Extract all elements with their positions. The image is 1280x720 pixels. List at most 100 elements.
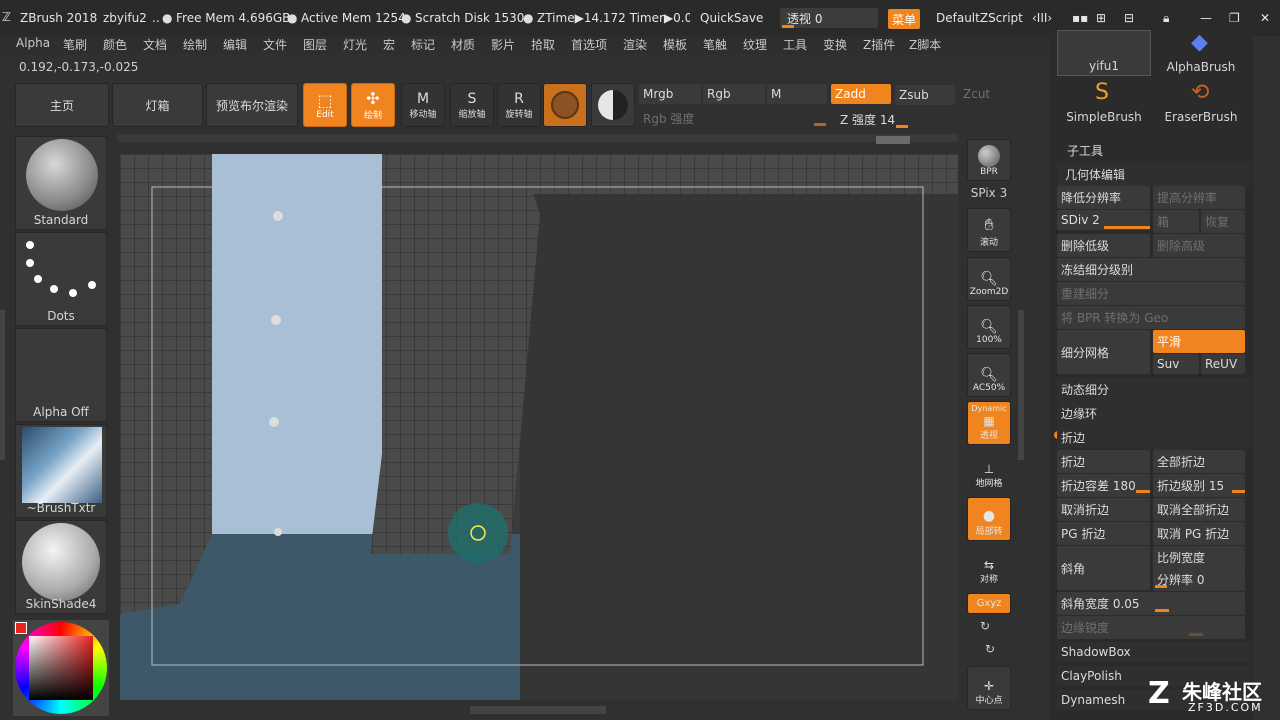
zbrush-logo-icon[interactable]: ℤ (2, 10, 11, 24)
restore-button[interactable]: 恢复 (1201, 210, 1245, 233)
del-lower-button[interactable]: 删除低级 (1057, 234, 1150, 257)
uncrease-button[interactable]: 取消折边 (1057, 498, 1150, 521)
pg-crease-button[interactable]: PG 折边 (1057, 522, 1150, 545)
ac50-button[interactable]: 🔍︎ AC50% (967, 353, 1011, 397)
bevel-button[interactable]: 斜角 (1057, 546, 1150, 590)
menu-7[interactable]: 图层 (303, 36, 327, 53)
sv-square[interactable] (29, 636, 93, 700)
subtool-header[interactable]: 子工具 (1057, 139, 1249, 162)
cage-button[interactable]: 箱 (1153, 210, 1199, 233)
bpr-button[interactable]: BPR (967, 139, 1011, 181)
close-icon[interactable]: ✕ (1260, 11, 1270, 25)
dynamic-subdiv-header[interactable]: 动态细分 (1057, 378, 1249, 401)
home-button[interactable]: 主页 (15, 83, 109, 127)
higher-res-button[interactable]: 提高分辨率 (1153, 186, 1245, 209)
perspective-button[interactable]: Dynamic ▦ 透视 (967, 401, 1011, 445)
scale-button[interactable]: S 缩放轴 (450, 83, 494, 127)
symmetry-button[interactable]: ⇆ 对称 (967, 550, 1011, 588)
menu-8[interactable]: 灯光 (343, 36, 367, 53)
zoom100-button[interactable]: 🔍︎ 100% (967, 305, 1011, 349)
menu-17[interactable]: 笔触 (703, 36, 727, 53)
z-intensity-slider[interactable]: Z 强度 14 (836, 108, 1006, 131)
uncrease-all-button[interactable]: 取消全部折边 (1153, 498, 1245, 521)
menu-22[interactable]: Z脚本 (909, 36, 941, 53)
tool-simplebrush[interactable]: S SimpleBrush (1057, 80, 1151, 126)
crease-level-slider[interactable]: 折边级别 15 (1153, 474, 1245, 497)
menu-0[interactable]: Alpha (16, 36, 50, 50)
menu-16[interactable]: 模板 (663, 36, 687, 53)
smooth-button[interactable]: 平滑 (1153, 330, 1245, 353)
del-higher-button[interactable]: 删除高级 (1153, 234, 1245, 257)
zadd-button[interactable]: Zadd (831, 84, 891, 104)
bevel-width-slider[interactable]: 斜角宽度 0.05 (1057, 592, 1245, 615)
edge-sharpness-slider[interactable]: 边缘锐度 (1057, 616, 1245, 639)
zcut-button[interactable]: Zcut (959, 84, 1009, 104)
brush-thumbnail[interactable]: Standard (15, 136, 107, 230)
menu-4[interactable]: 绘制 (183, 36, 207, 53)
menu-6[interactable]: 文件 (263, 36, 287, 53)
menu-12[interactable]: 影片 (491, 36, 515, 53)
ui-swap-icon[interactable]: ⊟ (1124, 11, 1134, 25)
rgb-button[interactable]: Rgb (703, 84, 765, 104)
menu-19[interactable]: 工具 (783, 36, 807, 53)
viewport-canvas[interactable] (120, 154, 958, 700)
menu-10[interactable]: 标记 (411, 36, 435, 53)
pg-uncrease-button[interactable]: 取消 PG 折边 (1153, 522, 1245, 545)
m-button[interactable]: M (767, 84, 827, 104)
suv-button[interactable]: Suv (1153, 354, 1199, 374)
crease-all-button[interactable]: 全部折边 (1153, 450, 1245, 473)
geometry-header[interactable]: 几何体编辑 (1057, 163, 1249, 186)
bottom-tray-handle[interactable] (470, 706, 606, 714)
alpha-thumbnail[interactable]: Alpha Off (15, 328, 107, 422)
menu-9[interactable]: 宏 (383, 36, 395, 53)
crease-header[interactable]: 折边 (1057, 426, 1249, 449)
layout-icon[interactable]: ⊞ (1096, 11, 1106, 25)
menu-13[interactable]: 拾取 (531, 36, 555, 53)
canvas-top-scrollbar[interactable] (118, 134, 958, 142)
rotate-z-icon[interactable]: ↻ (985, 642, 995, 656)
color-swatch[interactable] (591, 83, 635, 127)
xyz-button[interactable]: Gxyz (967, 593, 1011, 614)
scroll-button[interactable]: ✋︎ 滚动 (967, 208, 1011, 252)
zsub-button[interactable]: Zsub (895, 85, 955, 105)
lower-res-button[interactable]: 降低分辨率 (1057, 186, 1150, 209)
divide-button[interactable]: 细分网格 (1057, 330, 1150, 374)
material-swatch[interactable] (543, 83, 587, 127)
floor-button[interactable]: ⊥ 地网格 (967, 450, 1011, 492)
rotate-y-icon[interactable]: ↻ (980, 619, 990, 633)
scroll-icon[interactable]: ▪▪ (1072, 11, 1088, 25)
color-picker[interactable] (13, 620, 109, 716)
material-thumbnail[interactable]: SkinShade4 (15, 520, 107, 614)
main-color-swatch[interactable] (15, 622, 27, 634)
menu-20[interactable]: 变换 (823, 36, 847, 53)
tool-alphabrush[interactable]: ◆ AlphaBrush (1153, 30, 1249, 76)
perspective-slider[interactable]: 透视 0 (780, 8, 878, 28)
reconstruct-button[interactable]: 重建细分 (1057, 282, 1245, 305)
crease-button[interactable]: 折边 (1057, 450, 1150, 473)
maximize-icon[interactable]: ❐ (1229, 11, 1240, 25)
scroll-thumb[interactable] (876, 136, 910, 144)
bpr-to-geo-button[interactable]: 将 BPR 转换为 Geo (1057, 306, 1245, 329)
menu-18[interactable]: 纹理 (743, 36, 767, 53)
draw-button[interactable]: ✣ 绘制 (351, 83, 395, 127)
minimize-icon[interactable]: — (1200, 11, 1212, 25)
menu-5[interactable]: 编辑 (223, 36, 247, 53)
freeze-button[interactable]: 冻结细分级别 (1057, 258, 1245, 281)
right-tray-handle[interactable] (1018, 310, 1024, 460)
menu-1[interactable]: 笔刷 (63, 36, 87, 53)
edgeloop-header[interactable]: 边缘环 (1057, 402, 1249, 425)
preview-boolean-button[interactable]: 预览布尔渲染 (206, 83, 298, 127)
menu-3[interactable]: 文档 (143, 36, 167, 53)
reuv-button[interactable]: ReUV (1201, 354, 1245, 374)
shadowbox-header[interactable]: ShadowBox (1057, 642, 1249, 662)
stroke-thumbnail[interactable]: Dots (15, 232, 107, 326)
ratio-width-button[interactable]: 比例宽度 (1153, 546, 1245, 569)
menu-button[interactable]: 菜单 (888, 9, 920, 29)
lock-icon[interactable]: 🔒︎ (1163, 11, 1169, 26)
texture-thumbnail[interactable]: ~BrushTxtr (15, 424, 107, 518)
crease-tolerance-slider[interactable]: 折边容差 180 (1057, 474, 1150, 497)
menu-15[interactable]: 渲染 (623, 36, 647, 53)
menu-2[interactable]: 颜色 (103, 36, 127, 53)
quicksave-button[interactable]: QuickSave (700, 11, 763, 25)
menu-21[interactable]: Z插件 (863, 36, 895, 53)
